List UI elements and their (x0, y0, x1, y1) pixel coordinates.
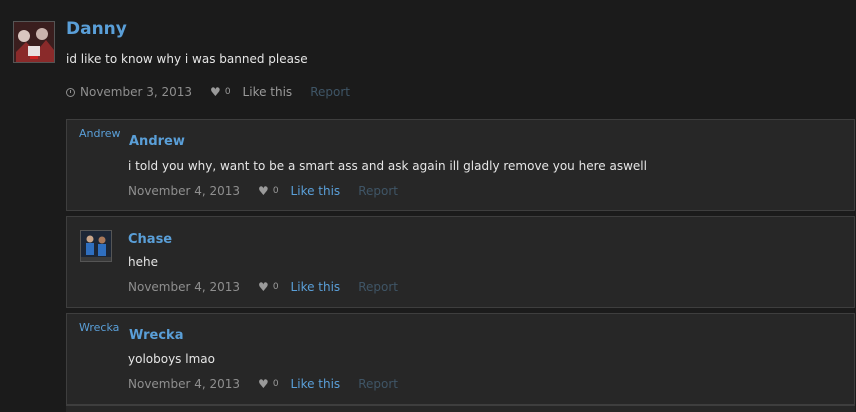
comment-meta: November 4, 2013 ♥ 0 Like this Report (128, 377, 398, 391)
avatar[interactable]: Andrew (79, 127, 121, 140)
heart-icon: ♥ (258, 280, 269, 294)
like-button[interactable]: Like this (291, 377, 341, 391)
avatar[interactable] (13, 21, 55, 63)
comment-body: yoloboys lmao (128, 352, 215, 366)
comment: Andrew Andrew i told you why, want to be… (66, 119, 855, 211)
post-date[interactable]: November 3, 2013 (80, 85, 192, 99)
post-body: id like to know why i was banned please (66, 52, 308, 66)
like-button[interactable]: Like this (291, 280, 341, 294)
comment-date[interactable]: November 4, 2013 (128, 377, 240, 391)
like-count: 0 (272, 282, 279, 292)
heart-icon: ♥ (210, 85, 221, 99)
avatar-image (81, 231, 111, 261)
report-link[interactable]: Report (358, 184, 398, 198)
post-meta: November 3, 2013 ♥ 0 Like this Report (66, 85, 350, 99)
like-count: 0 (224, 87, 231, 97)
comment-author[interactable]: Andrew (129, 134, 185, 149)
report-link[interactable]: Report (310, 85, 350, 99)
clock-icon (66, 87, 75, 97)
report-link[interactable]: Report (358, 280, 398, 294)
like-button[interactable]: Like this (243, 85, 293, 99)
comment: Wrecka Wrecka yoloboys lmao November 4, … (66, 313, 855, 405)
comment-body: hehe (128, 255, 158, 269)
heart-icon: ♥ (258, 184, 269, 198)
like-count: 0 (272, 379, 279, 389)
avatar[interactable]: Wrecka (79, 321, 119, 334)
post-author[interactable]: Danny (66, 19, 127, 39)
comment-meta: November 4, 2013 ♥ 0 Like this Report (128, 184, 398, 198)
avatar[interactable] (80, 230, 112, 262)
avatar-image (14, 22, 54, 62)
comment-meta: November 4, 2013 ♥ 0 Like this Report (128, 280, 398, 294)
heart-icon: ♥ (258, 377, 269, 391)
main-post: Danny id like to know why i was banned p… (0, 0, 856, 120)
comment-author[interactable]: Wrecka (129, 328, 183, 343)
comment-date[interactable]: November 4, 2013 (128, 184, 240, 198)
like-button[interactable]: Like this (291, 184, 341, 198)
comment-date[interactable]: November 4, 2013 (128, 280, 240, 294)
comment-author[interactable]: Chase (128, 232, 172, 247)
report-link[interactable]: Report (358, 377, 398, 391)
comment: Chase hehe November 4, 2013 ♥ 0 Like thi… (66, 216, 855, 308)
comment-body: i told you why, want to be a smart ass a… (128, 159, 647, 173)
like-count: 0 (272, 186, 279, 196)
